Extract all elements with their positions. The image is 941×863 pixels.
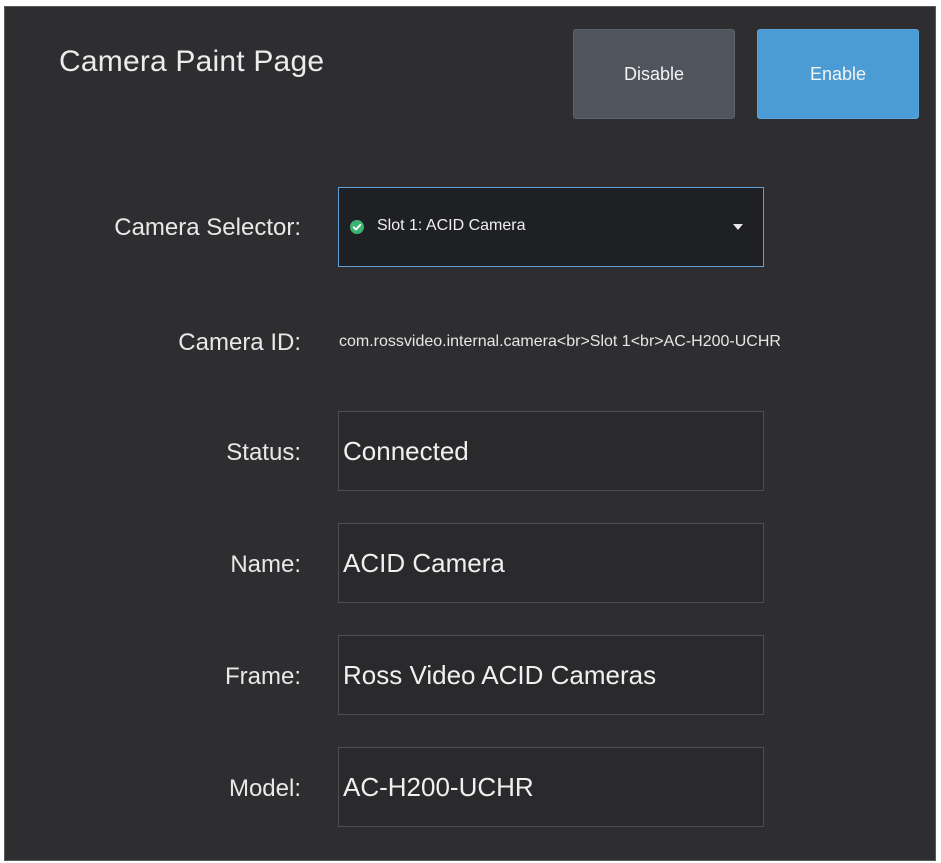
camera-paint-panel: Camera Paint Page Disable Enable Camera … [4,6,936,861]
name-label: Name: [230,551,301,578]
frame-field: Ross Video ACID Cameras [338,635,764,715]
status-value: Connected [343,436,469,466]
camera-id-label: Camera ID: [178,329,301,356]
disable-button[interactable]: Disable [573,29,735,119]
frame-value: Ross Video ACID Cameras [343,660,657,690]
camera-id-value: com.rossvideo.internal.camera<br>Slot 1<… [339,333,781,350]
model-value: AC-H200-UCHR [343,772,534,802]
chevron-down-icon[interactable] [733,224,743,230]
status-field: Connected [338,411,764,491]
frame-label: Frame: [224,663,301,690]
model-field: AC-H200-UCHR [338,747,764,827]
enable-button[interactable]: Enable [757,29,919,119]
model-label: Model: [228,775,301,802]
name-value: ACID Camera [343,548,505,578]
name-field: ACID Camera [338,523,764,603]
check-circle-icon [350,220,364,234]
camera-selector-value: Slot 1: ACID Camera [377,217,526,234]
camera-selector-dropdown[interactable]: Slot 1: ACID Camera [338,187,764,267]
camera-selector-label: Camera Selector: [114,214,301,241]
page-title: Camera Paint Page [59,45,325,78]
status-label: Status: [226,439,301,466]
